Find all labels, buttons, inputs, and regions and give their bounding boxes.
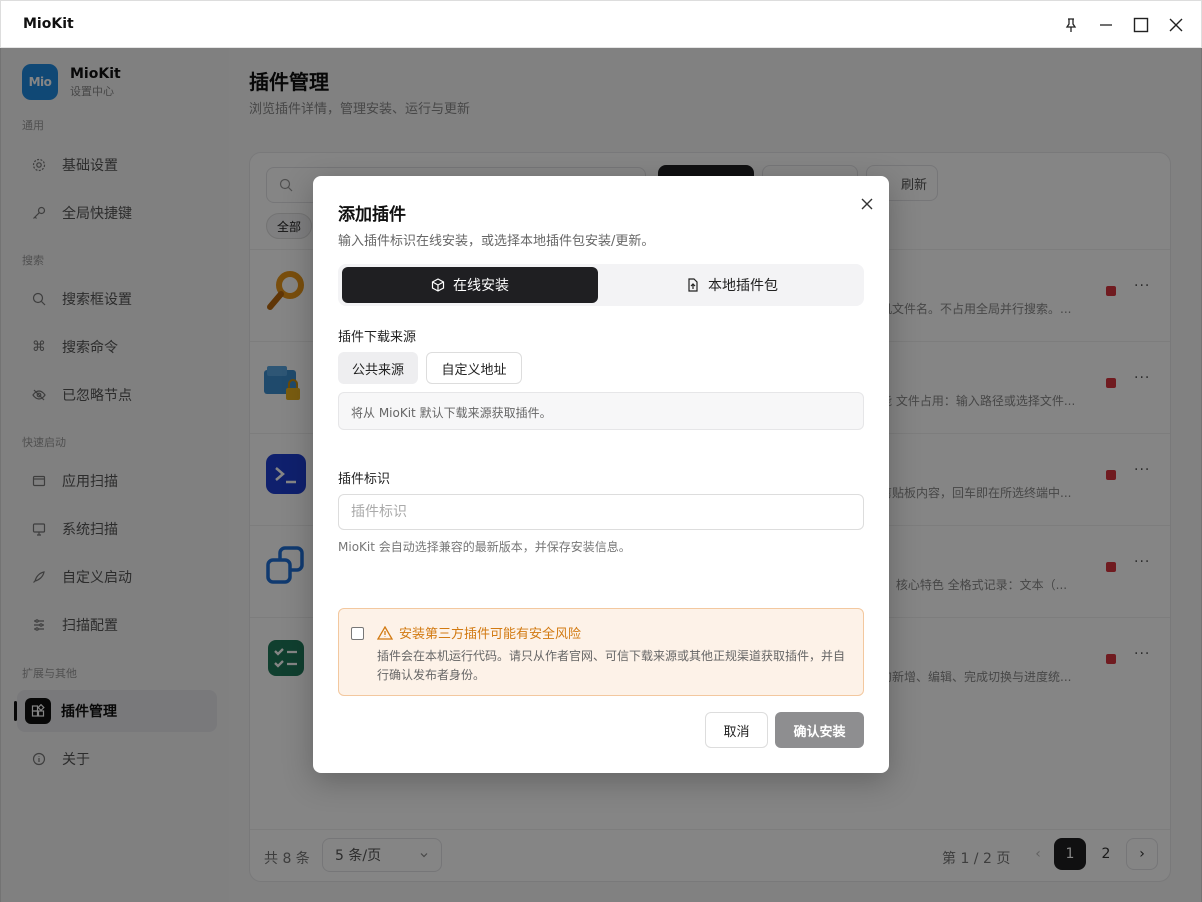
tab-label: 本地插件包 — [708, 278, 778, 294]
maximize-icon[interactable] — [1129, 13, 1153, 37]
acknowledge-checkbox[interactable] — [351, 627, 364, 640]
source-custom-button[interactable]: 自定义地址 — [426, 352, 522, 384]
dialog-title: 添加插件 — [338, 205, 406, 225]
tab-local-package[interactable]: 本地插件包 — [604, 267, 860, 303]
source-note: 将从 MioKit 默认下载来源获取插件。 — [338, 392, 864, 430]
close-icon[interactable] — [857, 194, 877, 214]
package-icon — [431, 278, 445, 292]
security-warning: 安装第三方插件可能有安全风险 插件会在本机运行代码。请只从作者官网、可信下载来源… — [338, 608, 864, 696]
plugin-id-label: 插件标识 — [338, 472, 391, 487]
file-upload-icon — [688, 278, 698, 292]
minimize-icon[interactable] — [1094, 13, 1118, 37]
source-public-button[interactable]: 公共来源 — [338, 352, 418, 384]
window-title: MioKit — [23, 16, 74, 32]
title-bar: MioKit — [0, 0, 1202, 48]
add-plugin-dialog: 添加插件 输入插件标识在线安装，或选择本地插件包安装/更新。 在线安装 本地插件… — [313, 176, 889, 773]
source-label: 插件下载来源 — [338, 330, 417, 345]
warning-title: 安装第三方插件可能有安全风险 — [377, 623, 581, 642]
install-mode-tabs: 在线安装 本地插件包 — [338, 264, 864, 306]
tab-online-install[interactable]: 在线安装 — [342, 267, 598, 303]
warning-body: 插件会在本机运行代码。请只从作者官网、可信下载来源或其他正规渠道获取插件，并自行… — [377, 649, 846, 682]
warning-icon — [377, 625, 393, 640]
confirm-install-button[interactable]: 确认安装 — [775, 712, 864, 748]
cancel-button[interactable]: 取消 — [705, 712, 768, 748]
close-window-icon[interactable] — [1164, 13, 1188, 37]
dialog-subtitle: 输入插件标识在线安装，或选择本地插件包安装/更新。 — [338, 234, 655, 249]
plugin-id-hint: MioKit 会自动选择兼容的最新版本，并保存安装信息。 — [338, 540, 631, 554]
pin-icon[interactable] — [1059, 13, 1083, 37]
tab-label: 在线安装 — [453, 278, 509, 294]
plugin-id-input[interactable] — [338, 494, 864, 530]
warning-title-text: 安装第三方插件可能有安全风险 — [399, 627, 582, 642]
